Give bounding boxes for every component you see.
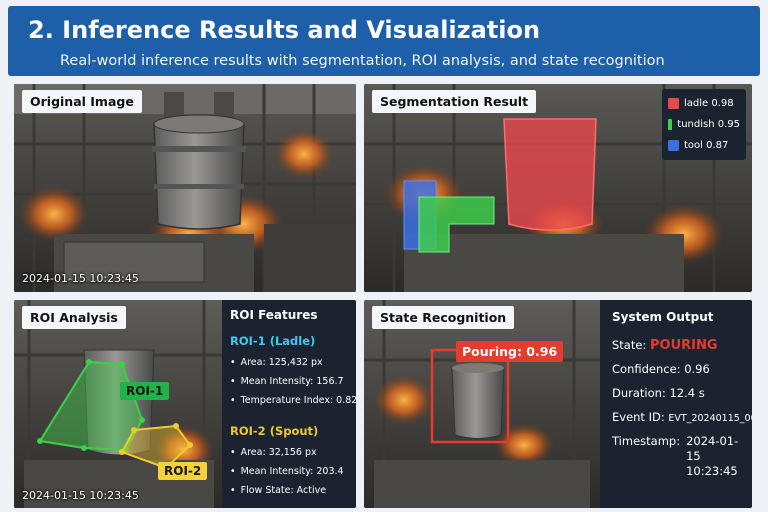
event-label: Event ID:: [612, 410, 665, 424]
legend-swatch-ladle: [668, 98, 679, 109]
legend-label-tundish: tundish 0.95: [677, 119, 740, 130]
original-image-panel: Original Image 2024-01-15 10:23:45: [14, 84, 356, 292]
roi2-flow-state: Flow State: Active: [230, 481, 348, 500]
event-id-value: EVT_20240115_001: [668, 413, 752, 424]
roi-timestamp: 2024-01-15 10:23:45: [22, 489, 139, 502]
pouring-detection-label: Pouring: 0.96: [456, 341, 564, 362]
legend-label-tool: tool 0.87: [684, 140, 729, 151]
roi2-tag: ROI-2: [158, 462, 208, 480]
roi1-mean-intensity: Mean Intensity: 156.7: [230, 372, 348, 391]
roi-features-heading: ROI Features: [230, 308, 318, 322]
roi2-area: Area: 32,156 px: [230, 443, 348, 462]
roi-features-box: ROI Features ROI-1 (Ladle) Area: 125,432…: [222, 300, 356, 508]
legend-swatch-tundish: [668, 119, 673, 130]
roi1-area: Area: 125,432 px: [230, 353, 348, 372]
timestamp-value: 2024-01-15 10:23:45: [686, 434, 740, 479]
roi-analysis-panel: ROI Analysis ROI-1 ROI-2 2024-01-15 10:2…: [14, 300, 356, 508]
original-timestamp: 2024-01-15 10:23:45: [22, 272, 139, 285]
legend-item-tundish: tundish 0.95: [668, 114, 740, 135]
roi1-feature-list: Area: 125,432 px Mean Intensity: 156.7 T…: [230, 353, 356, 410]
confidence-value: Confidence: 0.96: [612, 362, 710, 376]
state-recognition-panel: State Recognition Pouring: 0.96 System O…: [364, 300, 752, 508]
section-title: 2. Inference Results and Visualization: [28, 16, 541, 44]
roi1-temperature-index: Temperature Index: 0.82: [230, 391, 356, 410]
timestamp-time: 10:23:45: [686, 464, 738, 478]
state-image: [364, 300, 600, 508]
legend-label-ladle: ladle 0.98: [684, 98, 734, 109]
legend-item-tool: tool 0.87: [668, 135, 740, 156]
roi1-tag: ROI-1: [120, 382, 170, 400]
system-output-box: System Output State: POURING Confidence:…: [600, 300, 752, 508]
timestamp-row: Timestamp: 2024-01-15 10:23:45: [612, 434, 740, 479]
panel-title-segmentation: Segmentation Result: [372, 90, 537, 113]
segmentation-panel: Segmentation Result ladle 0.98 tundish 0…: [364, 84, 752, 292]
roi1-name: ROI-1 (Ladle): [230, 334, 316, 348]
system-output-heading: System Output: [612, 310, 714, 324]
roi2-mean-intensity: Mean Intensity: 203.4: [230, 462, 348, 481]
panel-title-roi: ROI Analysis: [22, 306, 126, 329]
timestamp-label: Timestamp:: [612, 434, 681, 448]
state-value: POURING: [649, 338, 718, 353]
roi2-feature-list: Area: 32,156 px Mean Intensity: 203.4 Fl…: [230, 443, 348, 500]
event-row: Event ID: EVT_20240115_001: [612, 410, 752, 434]
original-image: [14, 84, 356, 292]
legend-swatch-tool: [668, 140, 679, 151]
state-row: State: POURING: [612, 338, 740, 362]
legend-item-ladle: ladle 0.98: [668, 93, 740, 114]
section-subtitle: Real-world inference results with segmen…: [60, 53, 665, 69]
timestamp-date: 2024-01-15: [686, 434, 739, 463]
panel-title-state: State Recognition: [372, 306, 515, 329]
panel-title-original: Original Image: [22, 90, 142, 113]
section-header: 2. Inference Results and Visualization R…: [8, 6, 760, 76]
roi2-name: ROI-2 (Spout): [230, 424, 319, 438]
duration-value: Duration: 12.4 s: [612, 386, 705, 400]
segmentation-legend: ladle 0.98 tundish 0.95 tool 0.87: [662, 89, 746, 160]
state-label: State:: [612, 338, 647, 352]
